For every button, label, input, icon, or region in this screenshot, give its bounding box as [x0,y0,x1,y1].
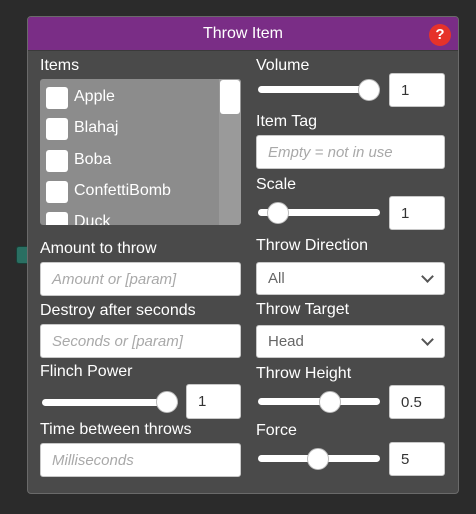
flinch-value-input[interactable]: 1 [186,384,241,419]
amount-input[interactable]: Amount or [param] [40,262,241,296]
volume-slider-thumb[interactable] [358,79,380,101]
flinch-label: Flinch Power [40,363,133,380]
throw-direction-select[interactable]: All [256,262,445,295]
help-icon[interactable]: ? [429,24,451,46]
time-placeholder: Milliseconds [52,451,134,469]
flinch-value: 1 [198,393,207,410]
throw-item-panel: Throw Item ? Items Apple Blahaj Boba Con… [27,16,459,494]
destroy-seconds-input[interactable]: Seconds or [param] [40,324,241,358]
throw-height-slider-thumb[interactable] [319,391,341,413]
chevron-down-icon [421,270,434,283]
scrollbar-thumb[interactable] [220,80,240,114]
throw-target-value: Head [268,333,304,350]
throw-height-value-input[interactable]: 0.5 [389,385,445,419]
force-value-input[interactable]: 5 [389,442,445,476]
item-label: Duck [74,213,111,225]
panel-title: Throw Item ? [28,17,458,51]
throw-height-label: Throw Height [256,365,352,382]
item-checkbox[interactable] [46,87,68,109]
time-between-throws-input[interactable]: Milliseconds [40,443,241,477]
destroy-label: Destroy after seconds [40,302,196,319]
items-label: Items [40,57,80,74]
force-value: 5 [401,450,410,468]
scale-slider-thumb[interactable] [267,202,289,224]
item-label: ConfettiBomb [74,182,171,199]
flinch-slider-thumb[interactable] [156,391,178,413]
item-tag-placeholder: Empty = not in use [268,143,393,161]
throw-target-select[interactable]: Head [256,325,445,358]
chevron-down-icon [421,333,434,346]
item-checkbox[interactable] [46,118,68,140]
destroy-placeholder: Seconds or [param] [52,332,183,350]
item-checkbox[interactable] [46,181,68,203]
throw-target-label: Throw Target [256,301,350,318]
items-scrollbar[interactable] [219,79,241,225]
force-label: Force [256,422,297,439]
scale-value: 1 [401,204,410,222]
force-slider-thumb[interactable] [307,448,329,470]
time-label: Time between throws [40,421,192,438]
item-checkbox[interactable] [46,212,68,225]
item-label: Apple [74,88,115,105]
amount-placeholder: Amount or [param] [52,270,177,288]
item-tag-label: Item Tag [256,113,318,130]
item-label: Blahaj [74,119,119,136]
panel-title-text: Throw Item [202,25,283,42]
item-tag-input[interactable]: Empty = not in use [256,135,445,169]
scale-value-input[interactable]: 1 [389,196,445,230]
throw-direction-label: Throw Direction [256,237,369,254]
amount-label: Amount to throw [40,240,157,257]
scale-label: Scale [256,176,297,193]
item-checkbox[interactable] [46,150,68,172]
volume-value-input[interactable]: 1 [389,73,445,107]
volume-label: Volume [256,57,310,74]
items-list[interactable]: Apple Blahaj Boba ConfettiBomb Duck [40,79,241,225]
volume-value: 1 [401,81,410,99]
throw-direction-value: All [268,270,285,287]
throw-height-value: 0.5 [401,393,422,411]
item-label: Boba [74,151,112,168]
